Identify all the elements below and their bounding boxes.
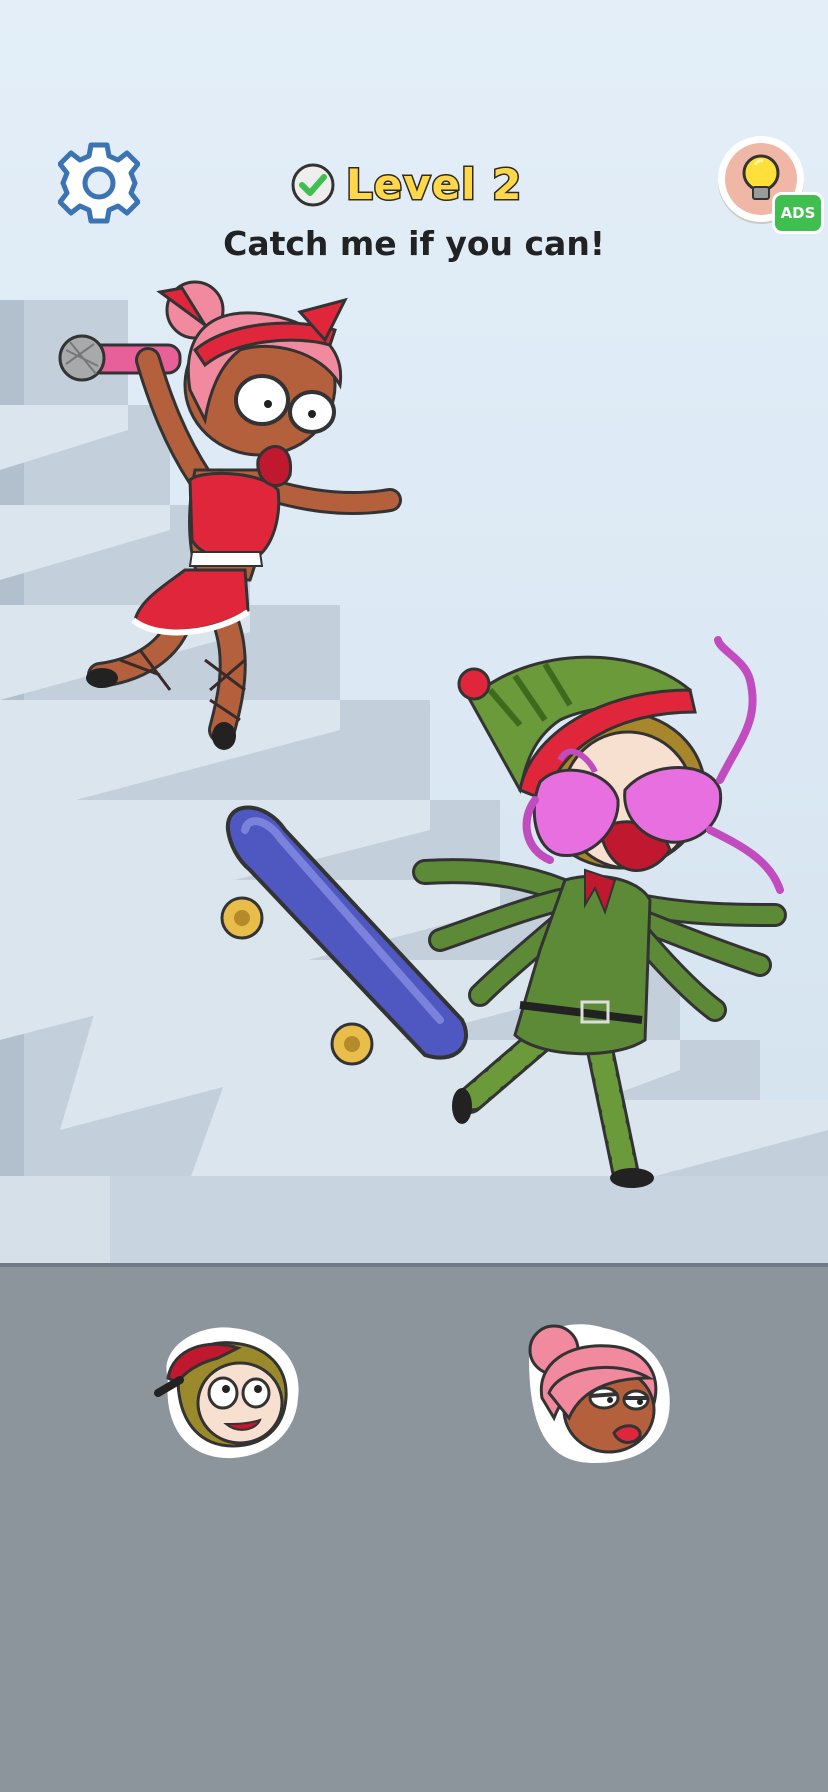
girl-face-sticker <box>528 1324 670 1463</box>
game-scene: Level 2 Catch me if you can! ADS <box>0 0 828 1263</box>
pink-hair-girl-face-option[interactable] <box>514 1318 678 1468</box>
gear-icon <box>57 142 141 224</box>
boy-face-sticker <box>154 1327 299 1459</box>
settings-button[interactable] <box>57 140 141 226</box>
curly-hair-boy-face-option[interactable] <box>148 1318 308 1468</box>
hint-button[interactable]: ADS <box>718 136 824 234</box>
check-circle-icon <box>291 163 335 207</box>
level-label: Level 2 <box>344 159 523 211</box>
answer-tray <box>0 1263 828 1792</box>
level-subtitle: Catch me if you can! <box>223 224 605 263</box>
level-indicator: Level 2 <box>290 159 550 211</box>
ads-badge: ADS <box>772 192 824 234</box>
